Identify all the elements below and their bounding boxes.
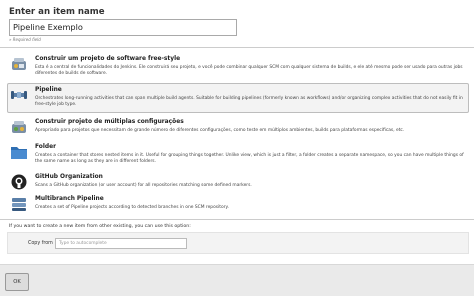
multi-config-project-icon	[10, 118, 28, 136]
required-field-note: » Required field	[9, 37, 41, 42]
item-title: Pipeline	[35, 87, 62, 93]
copy-from-input[interactable]: Type to autocomplete	[55, 238, 187, 249]
item-description: Creates a container that stores nested i…	[35, 153, 464, 165]
item-description: Esta é a central de funcionalidades do J…	[35, 65, 463, 77]
ok-button[interactable]: OK	[5, 273, 29, 291]
new-item-page: Enter an item name Pipeline Exemplo » Re…	[0, 0, 474, 296]
pipeline-icon	[10, 86, 28, 104]
item-type-github-organization[interactable]: GitHub Organization Scans a GitHub organ…	[7, 170, 469, 192]
page-title: Enter an item name	[9, 7, 105, 17]
item-type-freestyle[interactable]: Construir um projeto de software free-st…	[7, 52, 469, 81]
item-title: GitHub Organization	[35, 174, 103, 180]
item-title: Construir um projeto de software free-st…	[35, 56, 181, 62]
item-type-folder[interactable]: Folder Creates a container that stores n…	[7, 140, 469, 168]
footer-bar: OK	[0, 264, 474, 296]
item-title: Folder	[35, 144, 56, 150]
copy-from-row: Copy from Type to autocomplete	[7, 232, 469, 254]
item-type-multibranch-pipeline[interactable]: Multibranch Pipeline Creates a set of Pi…	[7, 192, 469, 214]
folder-icon	[10, 143, 28, 161]
freestyle-project-icon	[10, 55, 28, 73]
item-description: Apropriado para projetos que necessitam …	[35, 128, 405, 133]
divider	[0, 47, 474, 48]
item-type-pipeline[interactable]: Pipeline Orchestrates long-running activ…	[7, 83, 469, 113]
item-description: Orchestrates long-running activities tha…	[35, 96, 463, 108]
item-type-multi-config[interactable]: Construir projeto de múltiplas configura…	[7, 115, 469, 139]
item-title: Multibranch Pipeline	[35, 196, 104, 202]
copy-from-label: Copy from	[28, 241, 53, 246]
item-description: Creates a set of Pipeline projects accor…	[35, 205, 229, 210]
multibranch-pipeline-icon	[10, 195, 28, 213]
divider	[0, 219, 474, 220]
copy-from-hint: If you want to create a new item from ot…	[9, 224, 191, 229]
item-description: Scans a GitHub organization (or user acc…	[35, 183, 252, 188]
item-title: Construir projeto de múltiplas configura…	[35, 119, 184, 125]
item-name-input[interactable]: Pipeline Exemplo	[9, 19, 237, 36]
github-icon	[10, 173, 28, 191]
form-header: Enter an item name	[9, 7, 105, 18]
